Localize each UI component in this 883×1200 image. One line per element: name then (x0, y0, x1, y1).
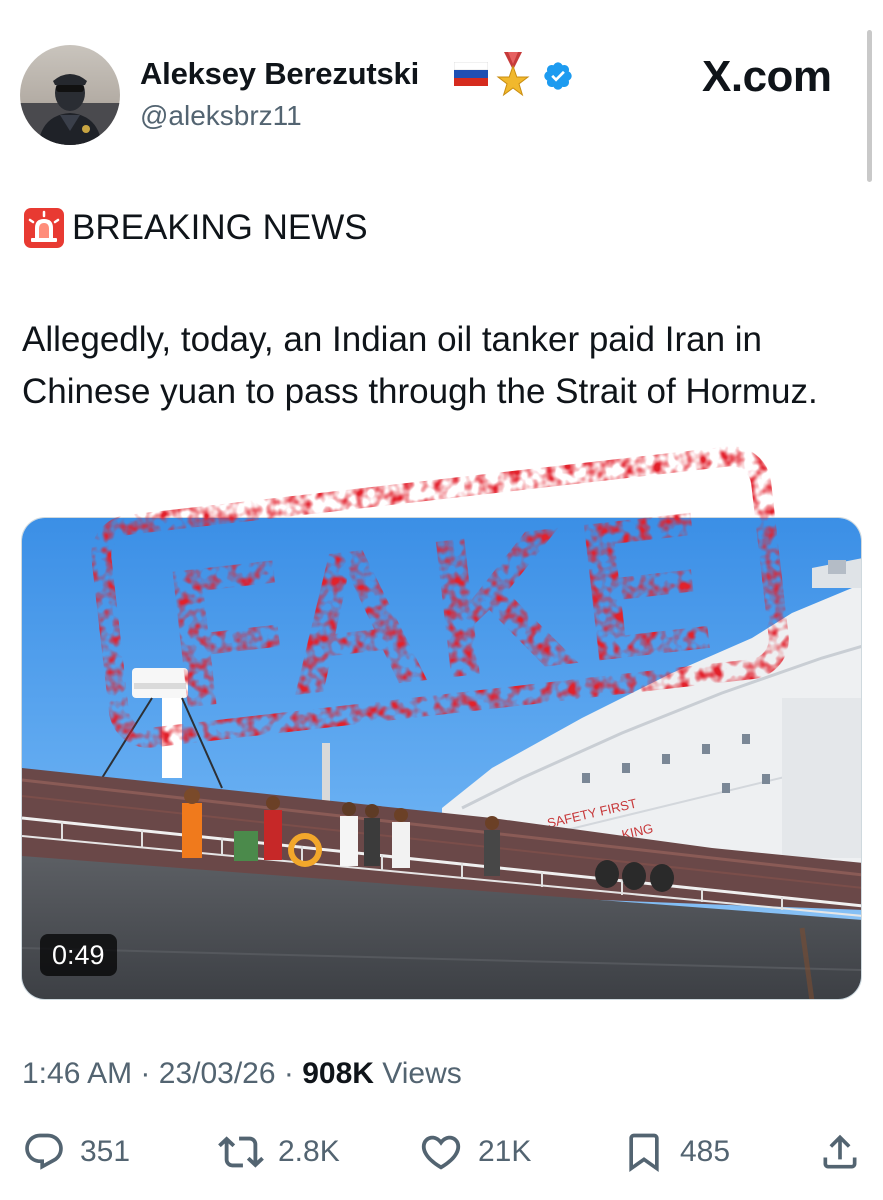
breaking-headline: BREAKING NEWS (72, 208, 368, 247)
like-button[interactable]: 21K (418, 1127, 531, 1177)
handle[interactable]: @aleksbrz11 (140, 100, 302, 132)
source-label: X.com (702, 52, 832, 101)
verified-badge-icon (542, 60, 574, 97)
repost-count: 2.8K (278, 1135, 340, 1168)
like-count: 21K (478, 1135, 532, 1168)
display-name[interactable]: Aleksey Berezutski (140, 56, 419, 92)
bookmark-button[interactable]: 485 (622, 1127, 730, 1177)
video-duration-badge: 0:49 (40, 934, 117, 976)
tweet-meta: 1:46 AM · 23/03/26 · 908K Views (22, 1057, 462, 1091)
fake-stamp: FAKE (90, 432, 790, 767)
views-label[interactable]: Views (382, 1057, 461, 1090)
reply-button[interactable]: 351 (22, 1127, 130, 1177)
repost-button[interactable]: 2.8K (218, 1127, 340, 1177)
avatar[interactable] (20, 45, 120, 145)
share-button[interactable] (818, 1127, 862, 1177)
bookmark-icon (629, 1133, 659, 1173)
meta-separator: · (283, 1057, 294, 1090)
meta-separator: · (140, 1057, 151, 1090)
heart-icon (421, 1135, 461, 1170)
gold-star-medal-icon (496, 52, 530, 103)
tweet-date[interactable]: 23/03/26 (159, 1057, 276, 1090)
share-icon (823, 1134, 857, 1169)
reply-count: 351 (80, 1135, 131, 1168)
tweet-time[interactable]: 1:46 AM (22, 1057, 132, 1090)
scrollbar[interactable] (867, 30, 872, 182)
bookmark-count: 485 (680, 1135, 731, 1168)
reply-icon (25, 1133, 63, 1170)
siren-icon (24, 208, 64, 253)
repost-icon (218, 1136, 264, 1168)
tweet-text: Allegedly, today, an Indian oil tanker p… (22, 320, 818, 411)
russia-flag-icon (453, 61, 489, 91)
views-count[interactable]: 908K (302, 1057, 374, 1090)
